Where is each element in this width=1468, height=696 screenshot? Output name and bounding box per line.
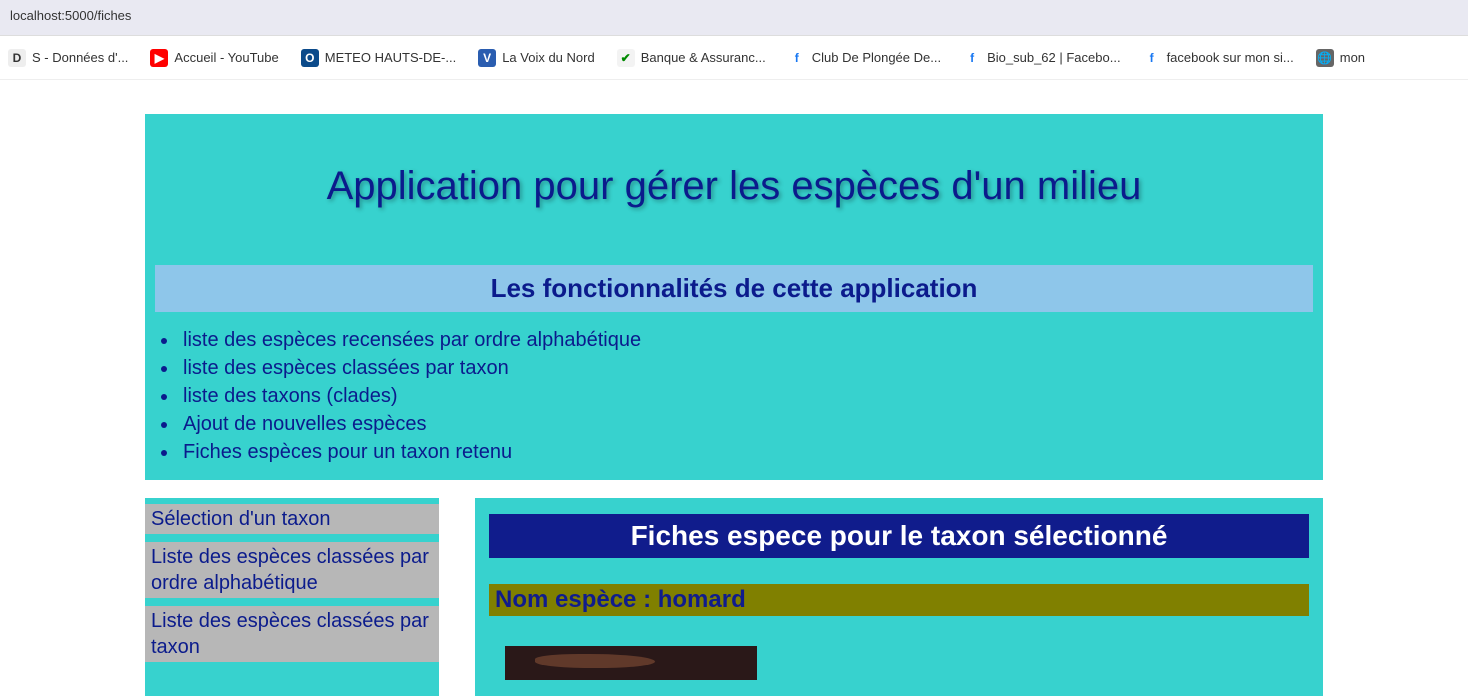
bookmark-favicon-icon: f: [963, 49, 981, 67]
bookmark-favicon-icon: ▶: [150, 49, 168, 67]
bookmark-label: mon: [1340, 50, 1365, 65]
bookmark-label: Bio_sub_62 | Facebo...: [987, 50, 1120, 65]
species-panel-title: Fiches espece pour le taxon sélectionné: [489, 514, 1309, 558]
bookmark-favicon-icon: D: [8, 49, 26, 67]
bookmark-item[interactable]: ✔ Banque & Assuranc...: [617, 49, 766, 67]
sidebar: Sélection d'un taxon Liste des espèces cl…: [145, 498, 439, 696]
bookmark-item[interactable]: D S - Données d'...: [8, 49, 128, 67]
bookmark-item[interactable]: O METEO HAUTS-DE-...: [301, 49, 456, 67]
bookmark-label: Club De Plongée De...: [812, 50, 941, 65]
bookmark-favicon-icon: O: [301, 49, 319, 67]
header-block: Application pour gérer les espèces d'un …: [145, 114, 1323, 480]
sidebar-item[interactable]: Sélection d'un taxon: [145, 504, 439, 534]
features-heading: Les fonctionnalités de cette application: [155, 265, 1313, 312]
bookmark-item[interactable]: f Club De Plongée De...: [788, 49, 941, 67]
url-text: localhost:5000/fiches: [10, 8, 131, 23]
feature-item: liste des taxons (clades): [179, 382, 1313, 410]
species-image: [505, 646, 757, 680]
sidebar-item[interactable]: Liste des espèces classées par taxon: [145, 606, 439, 662]
bookmark-label: La Voix du Nord: [502, 50, 595, 65]
feature-item: Fiches espèces pour un taxon retenu: [179, 438, 1313, 466]
bookmark-item[interactable]: f facebook sur mon si...: [1143, 49, 1294, 67]
bookmark-label: facebook sur mon si...: [1167, 50, 1294, 65]
bookmark-label: METEO HAUTS-DE-...: [325, 50, 456, 65]
bookmark-favicon-icon: V: [478, 49, 496, 67]
feature-item: Ajout de nouvelles espèces: [179, 410, 1313, 438]
bookmark-label: S - Données d'...: [32, 50, 128, 65]
bookmark-favicon-icon: ✔: [617, 49, 635, 67]
bookmark-favicon-icon: f: [788, 49, 806, 67]
species-name-heading: Nom espèce : homard: [489, 584, 1309, 616]
bookmark-item[interactable]: ▶ Accueil - YouTube: [150, 49, 278, 67]
address-bar[interactable]: localhost:5000/fiches: [0, 0, 1468, 36]
bookmark-favicon-icon: f: [1143, 49, 1161, 67]
bookmark-label: Banque & Assuranc...: [641, 50, 766, 65]
feature-item: liste des espèces recensées par ordre al…: [179, 326, 1313, 354]
page-content: Application pour gérer les espèces d'un …: [0, 80, 1468, 696]
bookmark-item[interactable]: 🌐 mon: [1316, 49, 1365, 67]
page-title: Application pour gérer les espèces d'un …: [145, 114, 1323, 265]
main-panel: Fiches espece pour le taxon sélectionné …: [475, 498, 1323, 696]
bookmarks-bar: D S - Données d'... ▶ Accueil - YouTube O MET…: [0, 36, 1468, 80]
bookmark-item[interactable]: f Bio_sub_62 | Facebo...: [963, 49, 1120, 67]
two-column-layout: Sélection d'un taxon Liste des espèces cl…: [145, 498, 1323, 696]
bookmark-label: Accueil - YouTube: [174, 50, 278, 65]
feature-item: liste des espèces classées par taxon: [179, 354, 1313, 382]
sidebar-item[interactable]: Liste des espèces classées par ordre alp…: [145, 542, 439, 598]
bookmark-favicon-icon: 🌐: [1316, 49, 1334, 67]
bookmark-item[interactable]: V La Voix du Nord: [478, 49, 595, 67]
features-list: liste des espèces recensées par ordre al…: [145, 312, 1323, 472]
